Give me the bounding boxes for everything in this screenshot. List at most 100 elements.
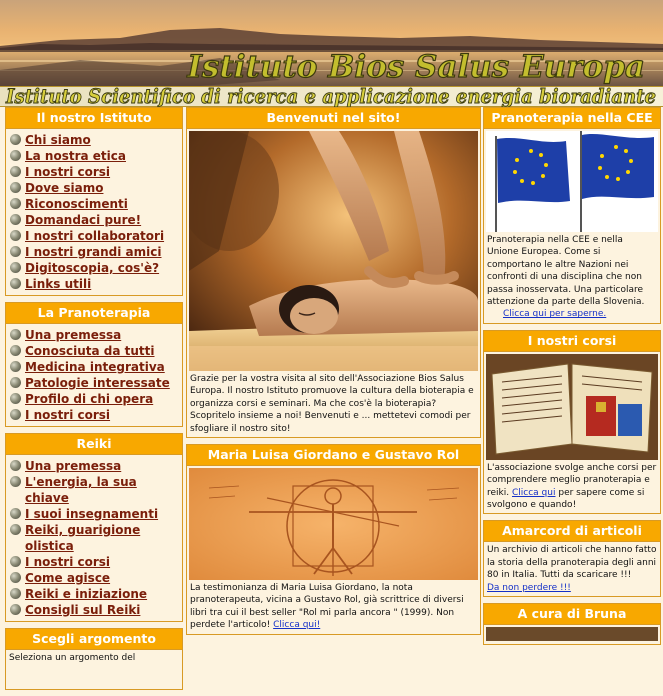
reiki-box: Reiki Una premessa L'energia, la sua chi…: [5, 433, 183, 622]
cee-heading: Pranoterapia nella CEE: [484, 108, 660, 129]
massage-image: [189, 131, 478, 371]
bullet-icon: [10, 572, 21, 583]
header-banner: Istituto Bios Salus Europa Istituto Scie…: [0, 0, 663, 107]
nav-item[interactable]: Chi siamo: [10, 132, 178, 148]
nav-item[interactable]: Digitoscopia, cos'è?: [10, 260, 178, 276]
nav-item[interactable]: Riconoscimenti: [10, 196, 178, 212]
massage-image-wrap: [187, 129, 480, 371]
left-column: Il nostro Istituto Chi siamo La nostra e…: [5, 107, 183, 696]
bullet-icon: [10, 604, 21, 615]
eu-flags-image-wrap: [484, 129, 660, 232]
bruna-heading: A cura di Bruna: [484, 604, 660, 626]
nav-link-reiki-premessa[interactable]: Una premessa: [25, 458, 121, 474]
corsi-text-wrap: L'associazione svolge anche corsi per co…: [484, 460, 660, 514]
nav-link-prano-corsi[interactable]: I nostri corsi: [25, 407, 110, 423]
bullet-icon: [10, 214, 21, 225]
header-subtitle: Istituto Scientifico di ricerca e applic…: [5, 85, 656, 107]
nav-item[interactable]: L'energia, la sua chiave: [10, 474, 178, 506]
bullet-icon: [10, 166, 21, 177]
nav-link-links-utili[interactable]: Links utili: [25, 276, 91, 292]
pranoterapia-box: La Pranoterapia Una premessa Conosciuta …: [5, 302, 183, 427]
rol-text-wrap: La testimonianza di Maria Luisa Giordano…: [187, 580, 480, 634]
rol-link[interactable]: Clicca qui!: [273, 620, 320, 630]
bullet-icon: [10, 476, 21, 487]
reiki-heading: Reiki: [6, 434, 182, 455]
nav-link-corsi[interactable]: I nostri corsi: [25, 164, 110, 180]
bullet-icon: [10, 393, 21, 404]
eu-flags-image: [486, 131, 658, 232]
bullet-icon: [10, 556, 21, 567]
nav-item[interactable]: Conosciuta da tutti: [10, 343, 178, 359]
nav-item[interactable]: Una premessa: [10, 458, 178, 474]
nav-link-conosciuta[interactable]: Conosciuta da tutti: [25, 343, 155, 359]
vitruvian-image: [189, 468, 478, 581]
nav-link-riconoscimenti[interactable]: Riconoscimenti: [25, 196, 128, 212]
welcome-heading: Benvenuti nel sito!: [187, 108, 480, 129]
nav-item[interactable]: La nostra etica: [10, 148, 178, 164]
nav-link-etica[interactable]: La nostra etica: [25, 148, 126, 164]
bullet-icon: [10, 278, 21, 289]
bullet-icon: [10, 329, 21, 340]
nav-link-guarigione[interactable]: Reiki, guarigione olistica: [25, 522, 178, 554]
nav-link-reiki-corsi[interactable]: I nostri corsi: [25, 554, 110, 570]
scegli-heading: Scegli argomento: [6, 629, 182, 650]
bullet-icon: [10, 262, 21, 273]
nav-item[interactable]: Patologie interessate: [10, 375, 178, 391]
nav-link-chi-siamo[interactable]: Chi siamo: [25, 132, 91, 148]
nav-link-grandi-amici[interactable]: I nostri grandi amici: [25, 244, 162, 260]
welcome-text: Grazie per la vostra visita al sito dell…: [190, 374, 474, 434]
right-column: Pranoterapia nella CEE Pranoterapia nell…: [483, 107, 661, 651]
rol-text: La testimonianza di Maria Luisa Giordano…: [190, 583, 464, 631]
rol-box: Maria Luisa Giordano e Gustavo Rol La te…: [186, 444, 481, 635]
nav-item[interactable]: Come agisce: [10, 570, 178, 586]
nav-link-energia[interactable]: L'energia, la sua chiave: [25, 474, 178, 506]
nav-item[interactable]: I nostri collaboratori: [10, 228, 178, 244]
nav-item[interactable]: Reiki e iniziazione: [10, 586, 178, 602]
nav-link-collaboratori[interactable]: I nostri collaboratori: [25, 228, 164, 244]
pranoterapia-heading: La Pranoterapia: [6, 303, 182, 324]
corsi-link[interactable]: Clicca qui: [512, 488, 555, 498]
nav-link-domandaci[interactable]: Domandaci pure!: [25, 212, 141, 228]
nav-item[interactable]: Links utili: [10, 276, 178, 292]
corsi-text-2: per sapere come si svolgono e quando!: [487, 487, 645, 511]
nav-item[interactable]: I nostri corsi: [10, 554, 178, 570]
nav-link-medicina[interactable]: Medicina integrativa: [25, 359, 165, 375]
book-image: [486, 353, 658, 460]
nav-link-premessa[interactable]: Una premessa: [25, 327, 121, 343]
nav-item[interactable]: I nostri corsi: [10, 407, 178, 423]
nav-item[interactable]: Profilo di chi opera: [10, 391, 178, 407]
nav-link-insegnamenti[interactable]: I suoi insegnamenti: [25, 506, 158, 522]
amarcord-text-wrap: Un archivio di articoli che hanno fatto …: [484, 542, 660, 596]
bullet-icon: [10, 377, 21, 388]
nav-item[interactable]: Domandaci pure!: [10, 212, 178, 228]
nav-link-dove-siamo[interactable]: Dove siamo: [25, 180, 103, 196]
corsi-box: I nostri corsi L'associazione svolge anc…: [483, 329, 661, 515]
bullet-icon: [10, 345, 21, 356]
nav-item[interactable]: Consigli sul Reiki: [10, 602, 178, 618]
amarcord-link[interactable]: Da non perdere !!!: [487, 583, 571, 593]
nostro-istituto-box: Il nostro Istituto Chi siamo La nostra e…: [5, 107, 183, 296]
nav-item[interactable]: Reiki, guarigione olistica: [10, 522, 178, 554]
bullet-icon: [10, 230, 21, 241]
reiki-menu: Una premessa L'energia, la sua chiave I …: [6, 455, 182, 621]
nav-link-come-agisce[interactable]: Come agisce: [25, 570, 110, 586]
nav-item[interactable]: I nostri grandi amici: [10, 244, 178, 260]
cee-box: Pranoterapia nella CEE Pranoterapia nell…: [483, 107, 661, 324]
nav-link-iniziazione[interactable]: Reiki e iniziazione: [25, 586, 147, 602]
cee-link[interactable]: Clicca qui per saperne.: [487, 309, 606, 319]
nav-item[interactable]: Una premessa: [10, 327, 178, 343]
nav-link-patologie[interactable]: Patologie interessate: [25, 375, 170, 391]
bullet-icon: [10, 460, 21, 471]
rol-heading: Maria Luisa Giordano e Gustavo Rol: [187, 445, 480, 467]
nav-link-consigli[interactable]: Consigli sul Reiki: [25, 602, 140, 618]
cee-text: Pranoterapia nella CEE e nella Unione Eu…: [487, 235, 645, 308]
amarcord-heading: Amarcord di articoli: [484, 521, 660, 543]
bullet-icon: [10, 508, 21, 519]
nav-item[interactable]: Medicina integrativa: [10, 359, 178, 375]
nav-item[interactable]: Dove siamo: [10, 180, 178, 196]
nostro-istituto-heading: Il nostro Istituto: [6, 108, 182, 129]
nav-item[interactable]: I nostri corsi: [10, 164, 178, 180]
nav-item[interactable]: I suoi insegnamenti: [10, 506, 178, 522]
nav-link-profilo[interactable]: Profilo di chi opera: [25, 391, 153, 407]
nav-link-digitoscopia[interactable]: Digitoscopia, cos'è?: [25, 260, 159, 276]
